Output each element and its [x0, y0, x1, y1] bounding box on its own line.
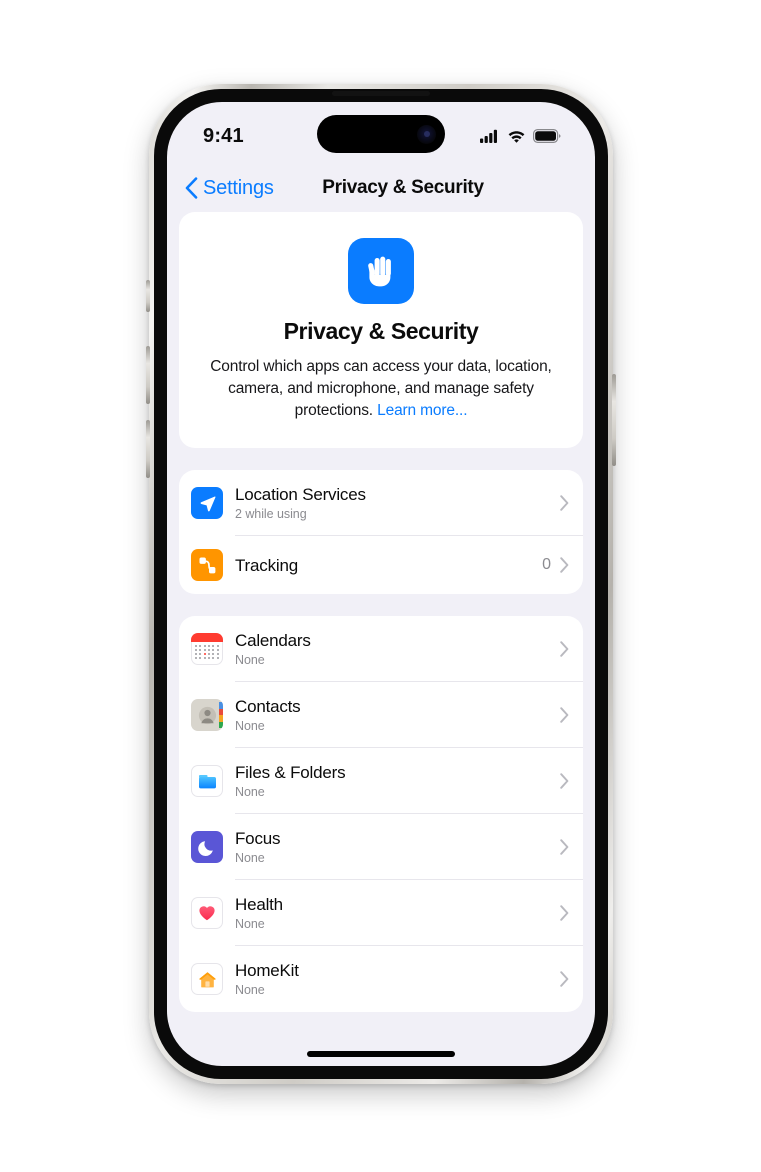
status-indicators — [480, 123, 561, 143]
moon-icon — [191, 831, 223, 863]
hand-raised-icon — [348, 238, 414, 304]
row-calendars[interactable]: Calendars None — [179, 616, 583, 682]
chevron-right-icon — [560, 495, 569, 511]
folder-glyph — [198, 774, 216, 788]
row-homekit[interactable]: HomeKit None — [179, 946, 583, 1012]
heart-icon — [191, 897, 223, 929]
tracking-icon — [191, 549, 223, 581]
chevron-right-icon — [560, 971, 569, 987]
row-text: HomeKit None — [235, 960, 560, 998]
privacy-group-location: Location Services 2 while using Tracking… — [179, 470, 583, 594]
row-subtitle: None — [235, 851, 265, 865]
location-arrow-glyph — [200, 496, 215, 511]
row-subtitle: 2 while using — [235, 507, 307, 521]
navigation-bar: Settings Privacy & Security — [167, 164, 595, 212]
privacy-group-app-permissions: Calendars None Contacts None Files & Fol… — [179, 616, 583, 1012]
row-files-and-folders[interactable]: Files & Folders None — [179, 748, 583, 814]
row-health[interactable]: Health None — [179, 880, 583, 946]
privacy-hero-card: Privacy & Security Control which apps ca… — [179, 212, 583, 448]
chevron-right-icon — [560, 557, 569, 573]
home-indicator[interactable] — [307, 1051, 455, 1057]
row-title: Files & Folders — [235, 763, 346, 782]
row-subtitle: None — [235, 719, 265, 733]
row-title: Tracking — [235, 555, 298, 575]
earpiece-speaker — [332, 91, 430, 96]
row-location-services[interactable]: Location Services 2 while using — [179, 470, 583, 536]
contacts-icon — [191, 699, 223, 731]
house-glyph — [198, 971, 216, 987]
calendar-icon — [191, 633, 223, 665]
contacts-color-tabs — [219, 702, 223, 728]
folder-icon — [191, 765, 223, 797]
row-subtitle: None — [235, 785, 265, 799]
calendar-grid — [195, 645, 219, 659]
chevron-right-icon — [560, 773, 569, 789]
row-value: 0 — [542, 556, 551, 573]
calendar-header-band — [191, 633, 223, 642]
front-camera-icon — [417, 124, 436, 144]
row-subtitle: None — [235, 917, 265, 931]
chevron-left-icon — [185, 177, 198, 199]
row-tracking[interactable]: Tracking 0 — [179, 536, 583, 594]
back-button-label: Settings — [203, 176, 274, 199]
device-bezel: 9:41 Settings Privacy & Security Privacy… — [154, 89, 608, 1079]
cellular-signal-icon — [480, 129, 497, 143]
row-title: Contacts — [235, 697, 301, 716]
tracking-glyph — [199, 557, 215, 573]
row-contacts[interactable]: Contacts None — [179, 682, 583, 748]
action-button[interactable] — [146, 280, 150, 312]
row-text: Tracking — [235, 555, 542, 576]
battery-icon — [533, 129, 561, 143]
row-text: Health None — [235, 894, 560, 932]
row-title: Health — [235, 895, 283, 914]
phone-screen: 9:41 Settings Privacy & Security Privacy… — [167, 102, 595, 1066]
iphone-device-frame: 9:41 Settings Privacy & Security Privacy… — [146, 84, 616, 1084]
row-focus[interactable]: Focus None — [179, 814, 583, 880]
heart-glyph — [199, 906, 215, 921]
row-text: Contacts None — [235, 696, 560, 734]
power-button[interactable] — [612, 374, 616, 466]
back-button[interactable]: Settings — [185, 177, 274, 200]
dynamic-island[interactable] — [317, 115, 445, 153]
chevron-right-icon — [560, 905, 569, 921]
hero-title: Privacy & Security — [283, 318, 479, 344]
hand-raised-glyph — [368, 256, 391, 287]
row-title: Focus — [235, 829, 281, 848]
house-icon — [191, 963, 223, 995]
status-time: 9:41 — [203, 124, 244, 147]
row-text: Location Services 2 while using — [235, 484, 560, 522]
row-text: Calendars None — [235, 630, 560, 668]
wifi-icon — [508, 131, 525, 143]
row-title: HomeKit — [235, 961, 299, 980]
learn-more-link[interactable]: Learn more... — [377, 402, 467, 419]
chevron-right-icon — [560, 641, 569, 657]
volume-down-button[interactable] — [146, 420, 150, 478]
row-text: Focus None — [235, 828, 560, 866]
moon-glyph — [197, 840, 213, 856]
row-title: Calendars — [235, 631, 311, 650]
row-subtitle: None — [235, 983, 265, 997]
chevron-right-icon — [560, 707, 569, 723]
location-arrow-icon — [191, 487, 223, 519]
chevron-right-icon — [560, 839, 569, 855]
settings-scroll-view[interactable]: Privacy & Security Control which apps ca… — [167, 212, 595, 1066]
row-subtitle: None — [235, 653, 265, 667]
volume-up-button[interactable] — [146, 346, 150, 404]
contacts-person-glyph — [198, 706, 216, 724]
row-title: Location Services — [235, 485, 366, 504]
row-text: Files & Folders None — [235, 762, 560, 800]
hero-description: Control which apps can access your data,… — [201, 356, 561, 422]
screenshot-stage: 9:41 Settings Privacy & Security Privacy… — [0, 0, 761, 1172]
